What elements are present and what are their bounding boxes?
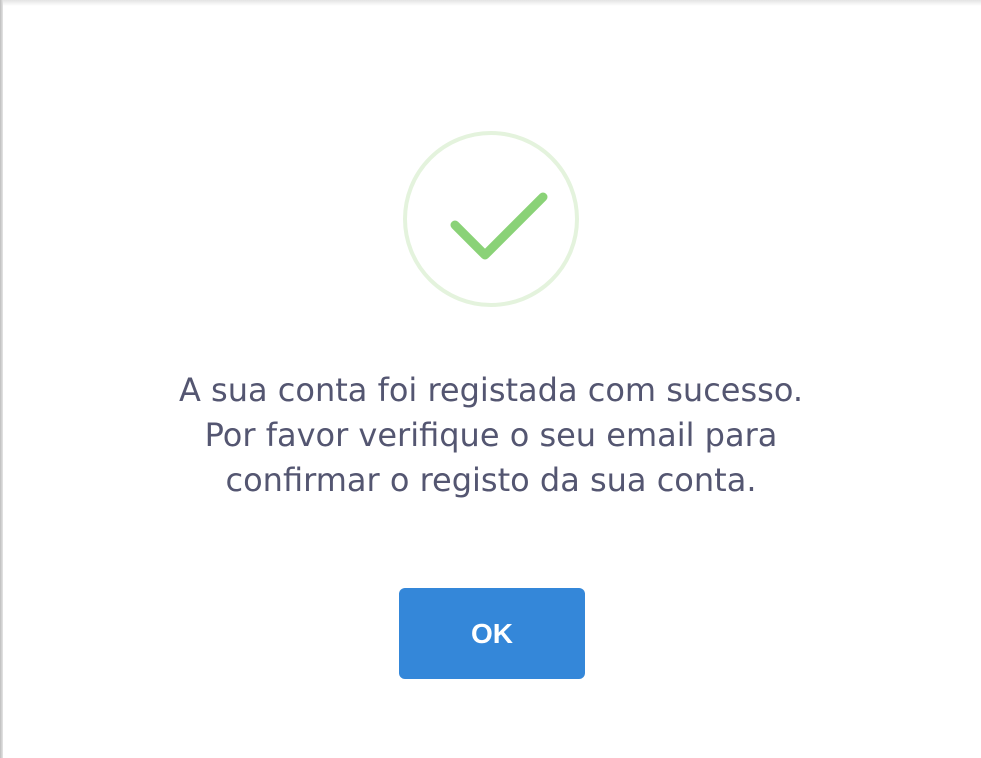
success-dialog: A sua conta foi registada com sucesso. P… (8, 8, 974, 753)
screenshot-frame: A sua conta foi registada com sucesso. P… (0, 0, 981, 758)
ok-button[interactable]: OK (399, 588, 585, 679)
success-checkmark-icon (403, 131, 579, 307)
message-line-3: confirmar o registo da sua conta. (225, 461, 757, 499)
success-message: A sua conta foi registada com sucesso. P… (48, 368, 934, 503)
message-line-1: A sua conta foi registada com sucesso. (178, 371, 804, 409)
message-line-2: Por favor verifique o seu email para (204, 416, 778, 454)
frame-left-edge (0, 0, 3, 758)
frame-top-edge (0, 0, 981, 6)
checkmark-icon (450, 192, 548, 260)
